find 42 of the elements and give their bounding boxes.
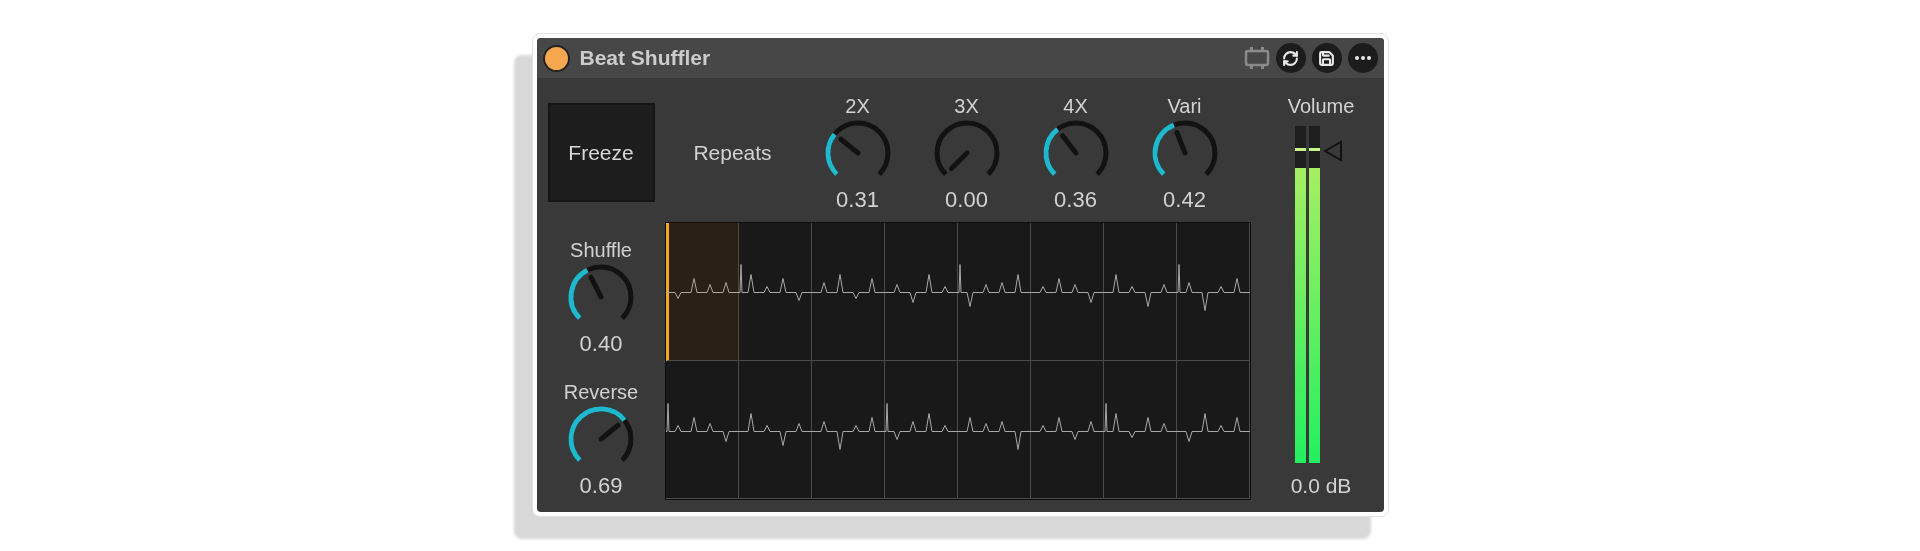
knob-label: 4X [1063, 94, 1088, 118]
step-cell[interactable] [738, 361, 812, 499]
step-cell[interactable] [665, 361, 739, 499]
knob-value: 0.00 [945, 188, 988, 212]
step-cell[interactable] [957, 361, 1031, 499]
knob-value: 0.40 [579, 332, 623, 356]
step-cell[interactable] [1176, 223, 1250, 361]
knob-label: 3X [954, 94, 979, 118]
more-button[interactable] [1347, 43, 1378, 73]
step-cell[interactable] [811, 223, 885, 361]
volume-value: 0.0 dB [1290, 474, 1352, 498]
step-cell[interactable] [884, 223, 958, 361]
step-cell[interactable] [1103, 223, 1177, 361]
step-cell[interactable] [1103, 361, 1177, 499]
step-cell[interactable] [1176, 361, 1250, 499]
freeze-button[interactable]: Freeze [547, 103, 655, 202]
step-cell[interactable] [1030, 223, 1104, 361]
knob-value: 0.42 [1163, 188, 1206, 212]
device-toggle[interactable] [542, 44, 570, 72]
knob-label: 2X [845, 94, 870, 118]
refresh-button[interactable] [1275, 43, 1306, 73]
step-cell[interactable] [884, 361, 958, 499]
knob-value: 0.36 [1054, 188, 1097, 212]
step-cell[interactable] [665, 223, 739, 361]
step-cell[interactable] [811, 361, 885, 499]
device-icon[interactable] [1243, 46, 1270, 70]
refresh-icon [1282, 49, 1299, 67]
window-title: Beat Shuffler [579, 45, 711, 72]
step-cell[interactable] [738, 223, 812, 361]
volume-label: Volume [1287, 94, 1355, 118]
more-icon [1354, 56, 1371, 60]
save-button[interactable] [1311, 43, 1342, 73]
knob-value: 0.69 [579, 474, 623, 498]
volume-fader-thumb[interactable] [1323, 139, 1343, 162]
knob-value: 0.31 [836, 188, 879, 212]
repeats-label: Repeats [692, 140, 773, 167]
step-cell[interactable] [957, 223, 1031, 361]
step-cell[interactable] [1030, 361, 1104, 499]
knob-label: Vari [1167, 94, 1202, 118]
knob-label: Shuffle [570, 238, 632, 262]
knob-label: Reverse [563, 380, 639, 404]
save-icon [1318, 49, 1335, 67]
